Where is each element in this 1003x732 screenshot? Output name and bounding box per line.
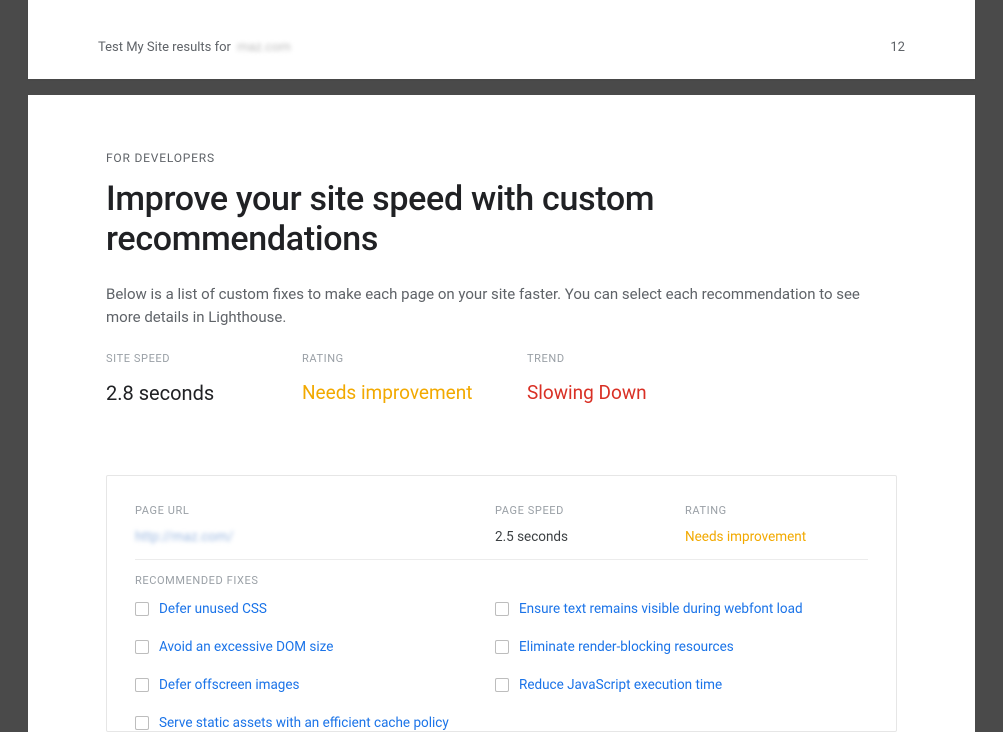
col-header-url: PAGE URL: [135, 504, 495, 517]
col-header-rating: RATING: [685, 504, 868, 517]
fix-checkbox[interactable]: [495, 678, 509, 692]
fix-link[interactable]: Serve static assets with an efficient ca…: [159, 715, 449, 731]
fix-link[interactable]: Avoid an excessive DOM size: [159, 639, 333, 655]
metric-value: Slowing Down: [527, 381, 723, 404]
recommended-fixes-label: RECOMMENDED FIXES: [135, 574, 868, 587]
page-number: 12: [890, 40, 905, 55]
report-card: FOR DEVELOPERS Improve your site speed w…: [28, 95, 975, 732]
metric-label: TREND: [527, 352, 723, 365]
table-row: http://maz.com/ 2.5 seconds Needs improv…: [135, 529, 868, 560]
report-header-bar: Test My Site results for maz.com 12: [28, 0, 975, 79]
fix-checkbox[interactable]: [135, 716, 149, 730]
fixes-grid: Defer unused CSS Ensure text remains vis…: [135, 601, 868, 731]
section-eyebrow: FOR DEVELOPERS: [106, 151, 897, 165]
col-header-speed: PAGE SPEED: [495, 504, 685, 517]
fix-checkbox[interactable]: [135, 678, 149, 692]
section-description: Below is a list of custom fixes to make …: [106, 283, 886, 330]
page-title: Improve your site speed with custom reco…: [106, 179, 897, 259]
fix-item[interactable]: Eliminate render-blocking resources: [495, 639, 868, 655]
fix-item[interactable]: Serve static assets with an efficient ca…: [135, 715, 495, 731]
fix-item[interactable]: Avoid an excessive DOM size: [135, 639, 495, 655]
report-site-name: maz.com: [237, 40, 291, 55]
fix-checkbox[interactable]: [495, 640, 509, 654]
fix-link[interactable]: Reduce JavaScript execution time: [519, 677, 722, 693]
fix-checkbox[interactable]: [135, 640, 149, 654]
cell-page-speed: 2.5 seconds: [495, 529, 685, 545]
cell-page-url: http://maz.com/: [135, 529, 495, 545]
fix-item[interactable]: Defer unused CSS: [135, 601, 495, 617]
report-title-group: Test My Site results for maz.com: [98, 40, 291, 55]
metric-label: RATING: [302, 352, 527, 365]
fix-link[interactable]: Ensure text remains visible during webfo…: [519, 601, 803, 617]
page-detail-panel: PAGE URL PAGE SPEED RATING http://maz.co…: [106, 475, 897, 732]
metric-value: 2.8 seconds: [106, 381, 302, 405]
fix-item[interactable]: Defer offscreen images: [135, 677, 495, 693]
fix-link[interactable]: Defer unused CSS: [159, 601, 267, 617]
metric-value: Needs improvement: [302, 381, 527, 404]
panel-header: PAGE URL PAGE SPEED RATING: [135, 504, 868, 517]
metric-site-speed: SITE SPEED 2.8 seconds: [106, 352, 302, 405]
fix-checkbox[interactable]: [135, 602, 149, 616]
cell-rating: Needs improvement: [685, 529, 868, 545]
metrics-row: SITE SPEED 2.8 seconds RATING Needs impr…: [106, 352, 897, 405]
fix-checkbox[interactable]: [495, 602, 509, 616]
report-title-prefix: Test My Site results for: [98, 40, 231, 55]
metric-rating: RATING Needs improvement: [302, 352, 527, 405]
fix-link[interactable]: Defer offscreen images: [159, 677, 300, 693]
metric-trend: TREND Slowing Down: [527, 352, 723, 405]
fix-item[interactable]: Ensure text remains visible during webfo…: [495, 601, 868, 617]
metric-label: SITE SPEED: [106, 352, 302, 365]
fix-link[interactable]: Eliminate render-blocking resources: [519, 639, 734, 655]
fix-item[interactable]: Reduce JavaScript execution time: [495, 677, 868, 693]
